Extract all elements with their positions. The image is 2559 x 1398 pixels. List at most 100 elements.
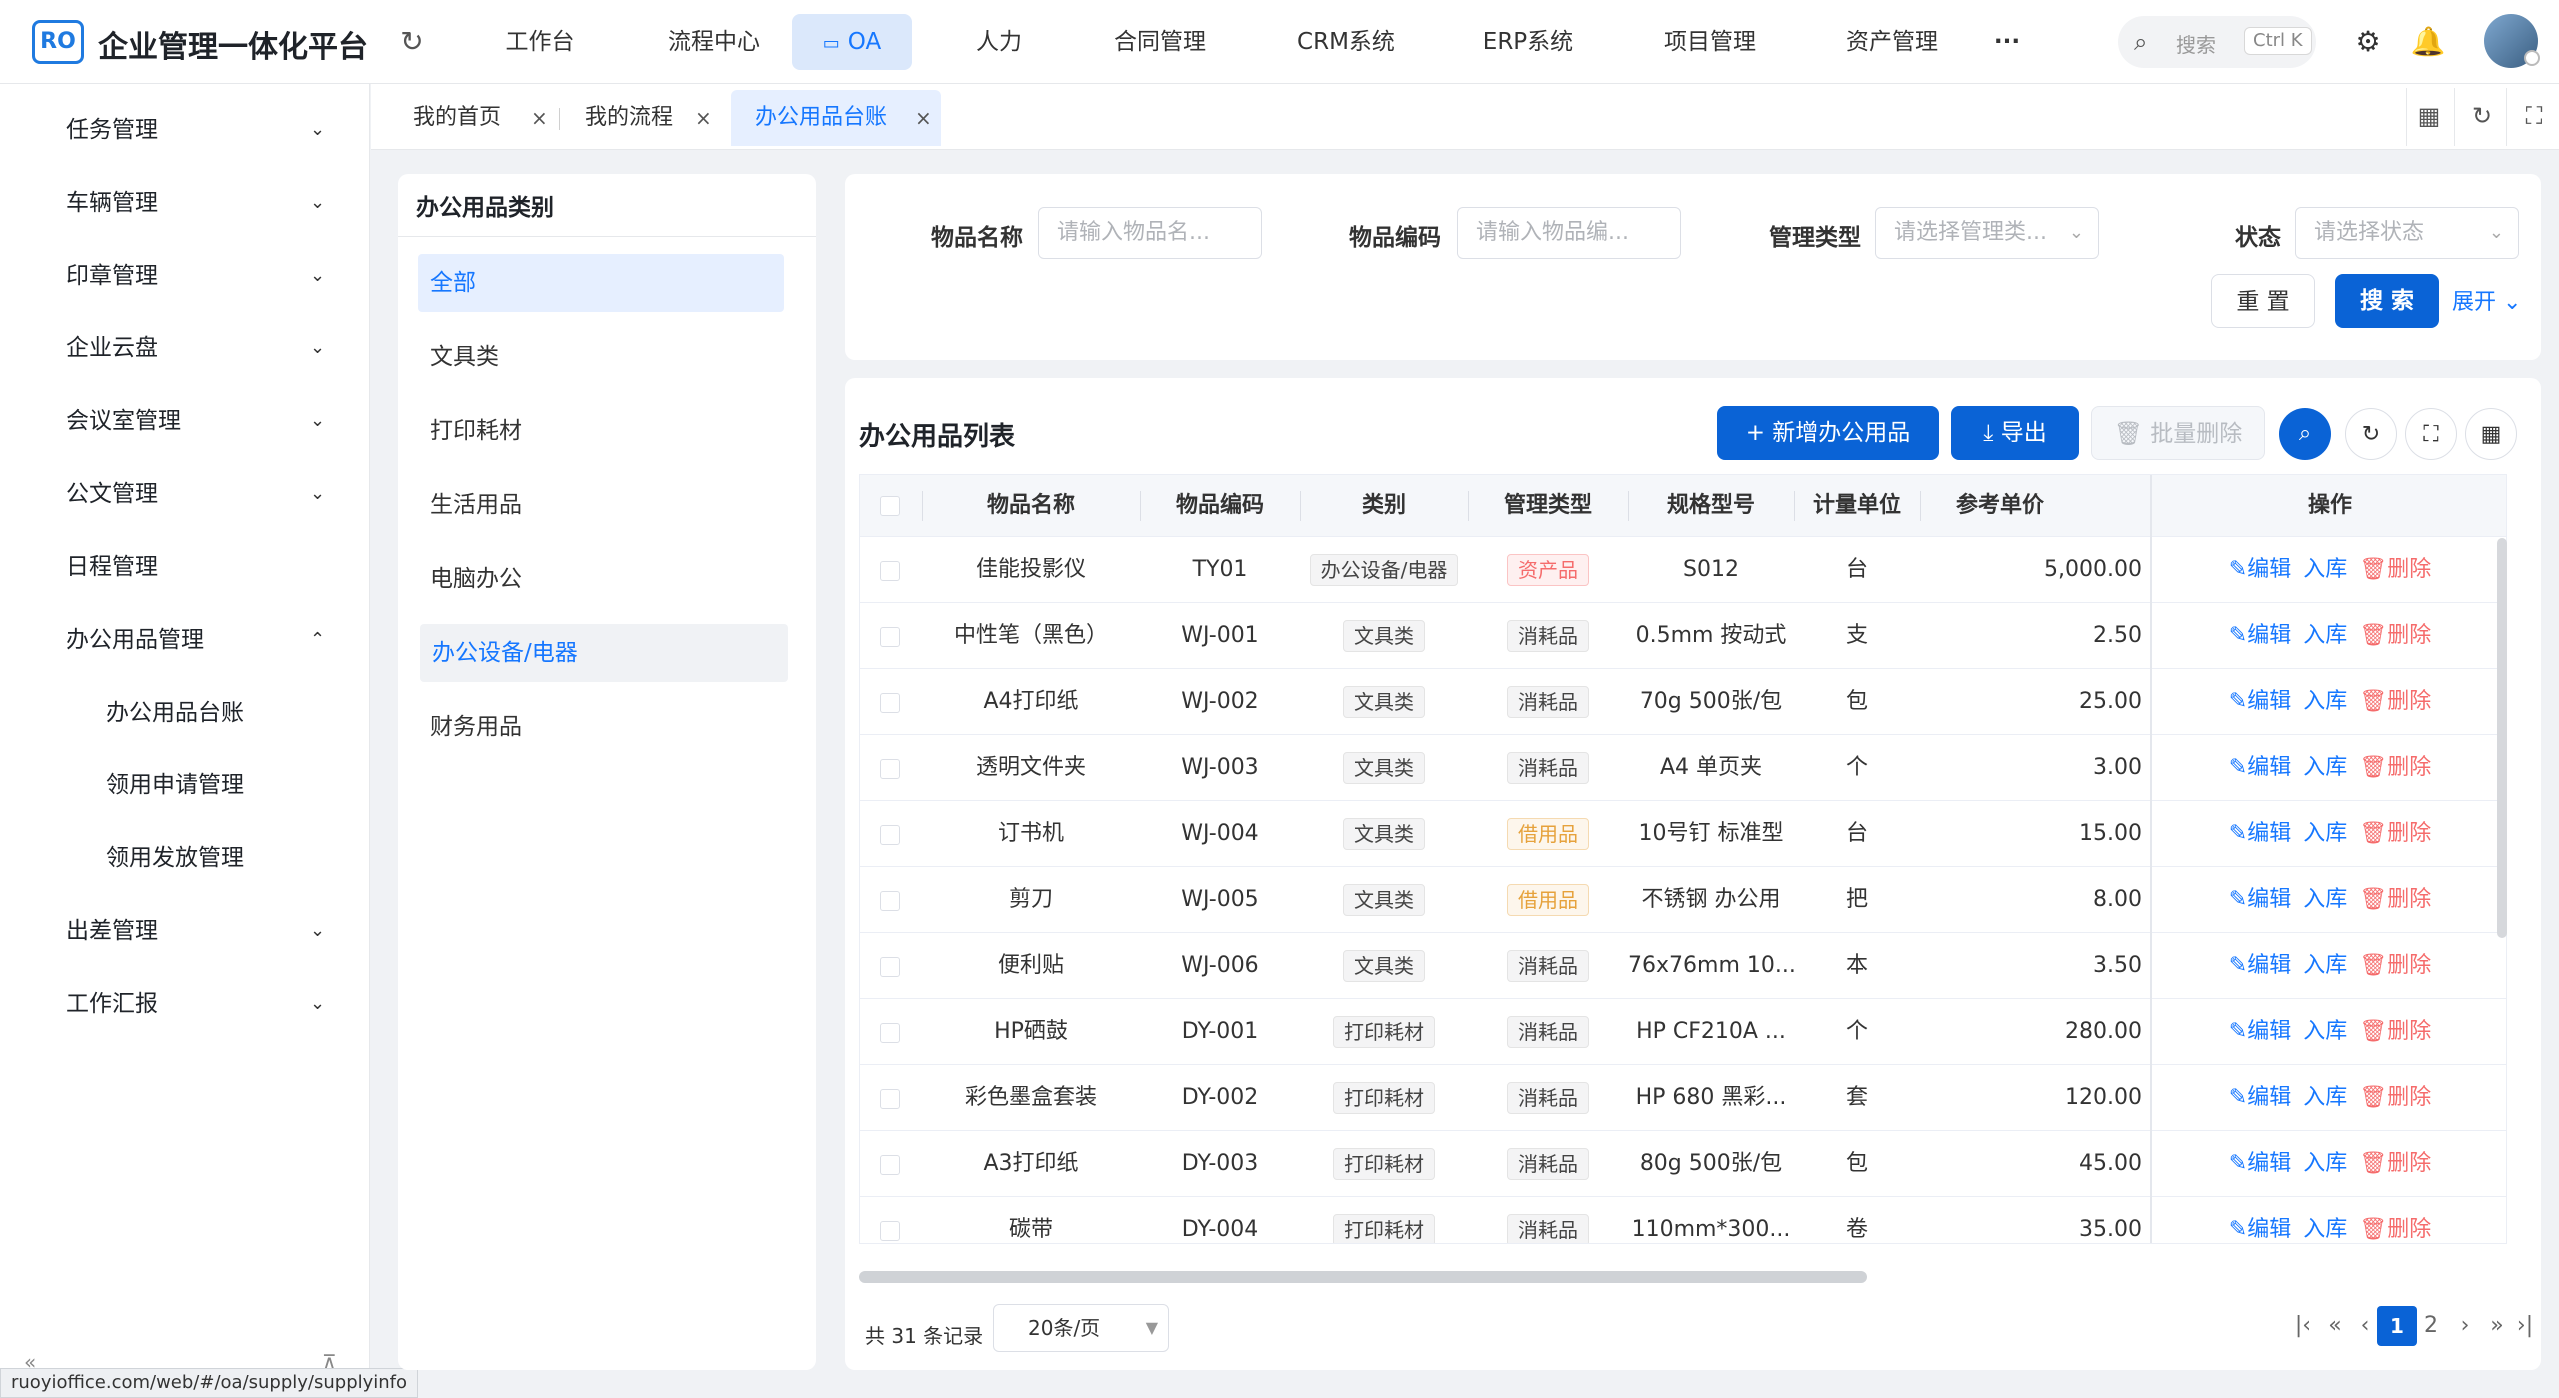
refresh-icon[interactable]: ↻ <box>2345 408 2397 460</box>
table-row[interactable]: 订书机 WJ-004 文具类 借用品 10号钉 标准型 台 15.00 ✎编辑 入库 🗑删除 <box>860 801 2506 867</box>
global-search[interactable]: ⌕ 搜索 Ctrl K <box>2118 16 2316 68</box>
bell-icon[interactable]: 🔔 <box>2410 24 2446 60</box>
table-row[interactable]: A4打印纸 WJ-002 文具类 消耗品 70g 500张/包 包 25.00 ✎编辑 入库 🗑删… <box>860 669 2506 735</box>
delete-button[interactable]: 🗑删除 <box>2359 887 2431 912</box>
category-item-finance[interactable]: 财务用品 <box>418 698 784 756</box>
vertical-scrollbar[interactable] <box>2497 538 2507 938</box>
sidebar-item-cloud[interactable]: 企业云盘 ⌄ <box>0 320 370 376</box>
stock-in-button[interactable]: 入库 <box>2303 557 2347 582</box>
edit-button[interactable]: ✎编辑 <box>2229 1019 2291 1044</box>
sidebar-item-task[interactable]: 任务管理 ⌄ <box>0 102 370 158</box>
category-item-all[interactable]: 全部 <box>418 254 784 312</box>
edit-button[interactable]: ✎编辑 <box>2229 887 2291 912</box>
refresh-icon[interactable]: ↻ <box>396 26 428 58</box>
sidebar-item-seal[interactable]: 印章管理 ⌄ <box>0 248 370 304</box>
nav-asset[interactable]: 资产管理 <box>1830 14 1954 70</box>
close-icon[interactable]: × <box>915 90 932 146</box>
nav-crm[interactable]: CRM系统 <box>1284 14 1408 70</box>
add-supply-button[interactable]: + 新增办公用品 <box>1717 406 1939 460</box>
nav-hr[interactable]: 人力 <box>944 14 1054 70</box>
table-row[interactable]: HP硒鼓 DY-001 打印耗材 消耗品 HP CF210A ... 个 280.00 ✎编辑… <box>860 999 2506 1065</box>
sidebar-item-office-supplies[interactable]: 办公用品管理 ⌃ <box>0 612 370 668</box>
fullscreen-icon[interactable]: ⛶ <box>2512 96 2556 136</box>
sidebar-item-vehicle[interactable]: 车辆管理 ⌄ <box>0 175 370 231</box>
stock-in-button[interactable]: 入库 <box>2303 623 2347 648</box>
category-item-stationery[interactable]: 文具类 <box>418 328 784 386</box>
category-item-daily[interactable]: 生活用品 <box>418 476 784 534</box>
table-row[interactable]: 中性笔（黑色） WJ-001 文具类 消耗品 0.5mm 按动式 支 2.50 ✎编辑 入库 🗑删… <box>860 603 2506 669</box>
nav-contract[interactable]: 合同管理 <box>1100 14 1220 70</box>
table-row[interactable]: A3打印纸 DY-003 打印耗材 消耗品 80g 500张/包 包 45.00 ✎编辑 入库 🗑… <box>860 1131 2506 1197</box>
nav-process-center[interactable]: 流程中心 <box>652 14 776 70</box>
horizontal-scrollbar[interactable] <box>859 1271 1867 1283</box>
sidebar-item-distribution[interactable]: 领用发放管理 <box>0 830 370 886</box>
row-checkbox[interactable] <box>880 1023 900 1043</box>
nav-oa[interactable]: ▭ OA <box>792 14 912 70</box>
delete-button[interactable]: 🗑删除 <box>2359 1217 2431 1242</box>
category-item-computer[interactable]: 电脑办公 <box>418 550 784 608</box>
page-size-select[interactable]: 20条/页 ▼ <box>993 1304 1169 1352</box>
stock-in-button[interactable]: 入库 <box>2303 1217 2347 1242</box>
sidebar-item-business-trip[interactable]: 出差管理 ⌄ <box>0 903 370 959</box>
stock-in-button[interactable]: 入库 <box>2303 689 2347 714</box>
app-logo[interactable]: RO <box>32 20 84 64</box>
select-all-checkbox[interactable] <box>880 496 900 516</box>
table-row[interactable]: 彩色墨盒套装 DY-002 打印耗材 消耗品 HP 680 黑彩... 套 120.00 ✎编… <box>860 1065 2506 1131</box>
grid-icon[interactable]: ▦ <box>2406 96 2452 136</box>
refresh-icon[interactable]: ↻ <box>2460 96 2504 136</box>
col-category[interactable]: 类别 <box>1300 475 1468 537</box>
delete-button[interactable]: 🗑删除 <box>2359 557 2431 582</box>
nav-project[interactable]: 项目管理 <box>1648 14 1772 70</box>
row-checkbox[interactable] <box>880 1089 900 1109</box>
nav-erp[interactable]: ERP系统 <box>1466 14 1590 70</box>
expand-button[interactable]: 展开 ⌄ <box>2452 284 2521 316</box>
batch-delete-button[interactable]: 🗑 批量删除 <box>2091 406 2265 460</box>
category-item-equipment[interactable]: 办公设备/电器 <box>420 624 788 682</box>
row-checkbox[interactable] <box>880 891 900 911</box>
edit-button[interactable]: ✎编辑 <box>2229 821 2291 846</box>
col-unit[interactable]: 计量单位 <box>1794 475 1920 537</box>
col-name[interactable]: 物品名称 <box>922 475 1140 537</box>
search-button[interactable]: 搜 索 <box>2335 274 2439 328</box>
row-checkbox[interactable] <box>880 1221 900 1241</box>
tab-supply-ledger[interactable]: 办公用品台账 × <box>731 90 941 146</box>
edit-button[interactable]: ✎编辑 <box>2229 689 2291 714</box>
row-checkbox[interactable] <box>880 561 900 581</box>
delete-button[interactable]: 🗑删除 <box>2359 1085 2431 1110</box>
row-checkbox[interactable] <box>880 627 900 647</box>
delete-button[interactable]: 🗑删除 <box>2359 1151 2431 1176</box>
stock-in-button[interactable]: 入库 <box>2303 953 2347 978</box>
gear-icon[interactable]: ⚙ <box>2350 24 2386 60</box>
edit-button[interactable]: ✎编辑 <box>2229 557 2291 582</box>
edit-button[interactable]: ✎编辑 <box>2229 1217 2291 1242</box>
edit-button[interactable]: ✎编辑 <box>2229 623 2291 648</box>
column-settings-icon[interactable]: ▦ <box>2465 408 2517 460</box>
status-select[interactable]: 请选择状态 ⌄ <box>2295 207 2519 259</box>
sidebar-item-work-report[interactable]: 工作汇报 ⌄ <box>0 976 370 1032</box>
table-row[interactable]: 佳能投影仪 TY01 办公设备/电器 资产品 S012 台 5,000.00 ✎编辑 入库 🗑删除 <box>860 537 2506 603</box>
search-toggle-icon[interactable]: ⌕ <box>2279 408 2331 460</box>
fullscreen-icon[interactable]: ⛶ <box>2405 408 2457 460</box>
close-icon[interactable]: × <box>531 90 548 146</box>
sidebar-item-document[interactable]: 公文管理 ⌄ <box>0 466 370 522</box>
stock-in-button[interactable]: 入库 <box>2303 887 2347 912</box>
col-code[interactable]: 物品编码 <box>1140 475 1300 537</box>
nav-more[interactable]: ··· <box>1990 14 2024 70</box>
stock-in-button[interactable]: 入库 <box>2303 1085 2347 1110</box>
nav-workbench[interactable]: 工作台 <box>480 14 600 70</box>
category-item-printing[interactable]: 打印耗材 <box>418 402 784 460</box>
row-checkbox[interactable] <box>880 957 900 977</box>
tab-home[interactable]: 我的首页 × <box>413 90 563 146</box>
table-row[interactable]: 便利贴 WJ-006 文具类 消耗品 76x76mm 10... 本 3.50 ✎编辑 入库 🗑删… <box>860 933 2506 999</box>
table-row[interactable]: 透明文件夹 WJ-003 文具类 消耗品 A4 单页夹 个 3.00 ✎编辑 入库 🗑删除 <box>860 735 2506 801</box>
row-checkbox[interactable] <box>880 825 900 845</box>
item-name-input[interactable]: 请输入物品名... <box>1038 207 1262 259</box>
delete-button[interactable]: 🗑删除 <box>2359 755 2431 780</box>
delete-button[interactable]: 🗑删除 <box>2359 953 2431 978</box>
col-spec[interactable]: 规格型号 <box>1628 475 1794 537</box>
row-checkbox[interactable] <box>880 693 900 713</box>
sidebar-item-requisition[interactable]: 领用申请管理 <box>0 757 370 813</box>
col-manage-type[interactable]: 管理类型 <box>1468 475 1628 537</box>
manage-type-select[interactable]: 请选择管理类... ⌄ <box>1875 207 2099 259</box>
stock-in-button[interactable]: 入库 <box>2303 1019 2347 1044</box>
